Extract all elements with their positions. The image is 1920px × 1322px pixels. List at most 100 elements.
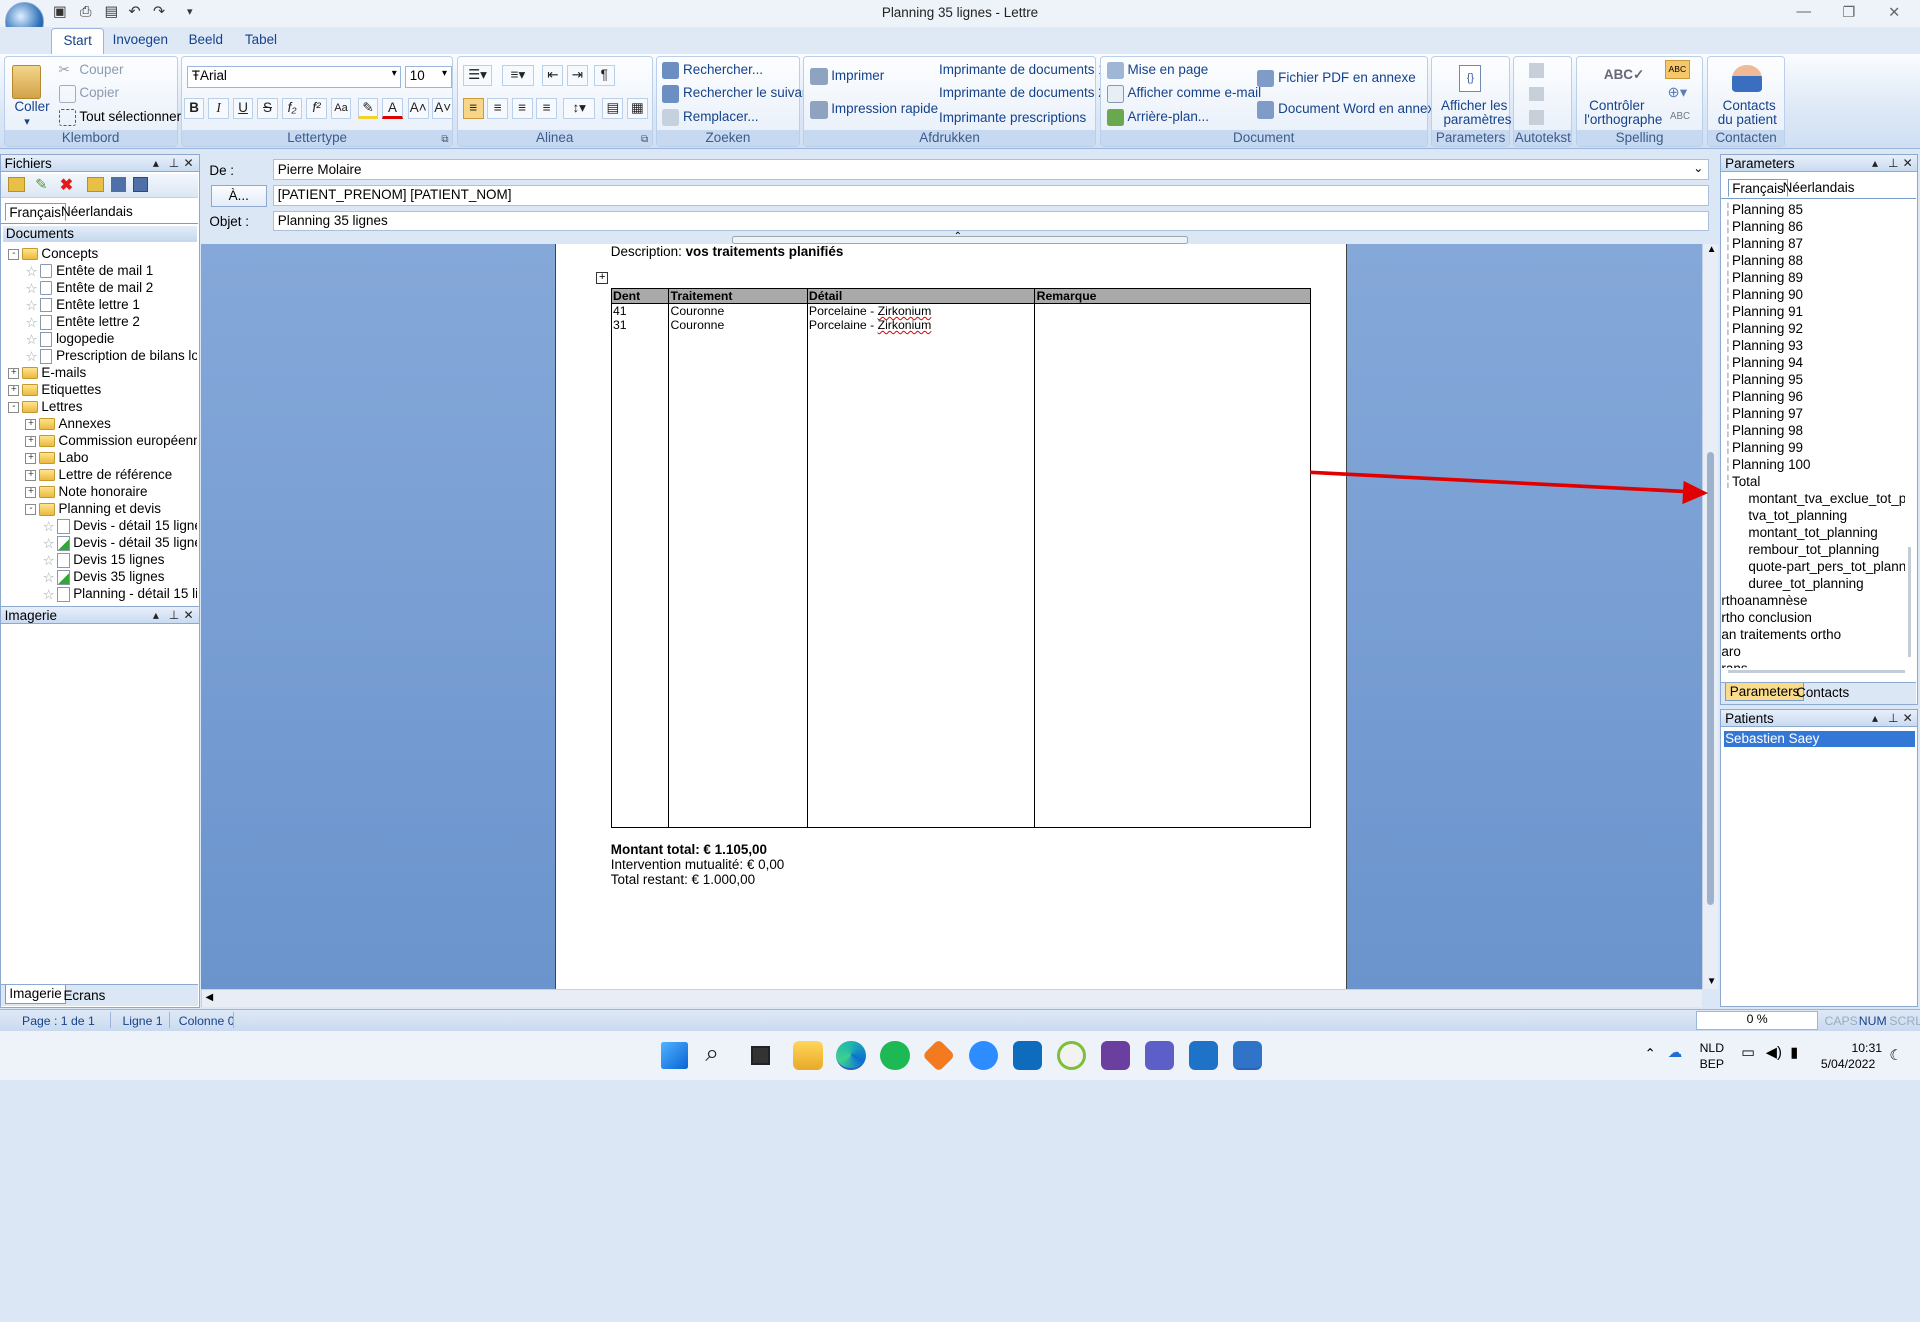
expand-toggle-icon[interactable]: + [25, 486, 37, 498]
param-item[interactable]: ╎Planning 94 [1724, 354, 1803, 371]
tray-date[interactable]: 5/04/2022 [1821, 1057, 1875, 1071]
param-item[interactable]: ╎Planning 100 [1724, 456, 1811, 473]
tree-item[interactable]: - Planning et devis [25, 500, 161, 517]
open-folder-icon[interactable] [86, 177, 104, 192]
printer2-button[interactable]: Imprimante de documents 2 [939, 85, 1106, 100]
grow-font-button[interactable]: A˄ [407, 97, 429, 119]
tab-invoegen[interactable]: Invoegen [113, 32, 168, 47]
star-icon[interactable]: ☆ [43, 552, 58, 569]
zoom-icon[interactable] [968, 1040, 998, 1071]
bullets-button[interactable]: ☰▾ [462, 64, 493, 86]
close-icon[interactable]: ✕ [1903, 155, 1913, 172]
spotify-icon[interactable] [880, 1040, 910, 1071]
param-item[interactable]: ╎Planning 90 [1724, 286, 1803, 303]
shrink-font-button[interactable]: A˅ [432, 97, 454, 119]
tree-item[interactable]: ☆ Entête de mail 2 [25, 279, 153, 296]
search-icon[interactable]: ⌕ [705, 1040, 719, 1068]
file-explorer-icon[interactable] [793, 1040, 823, 1071]
align-right-button[interactable]: ≡ [511, 97, 533, 119]
strikethrough-button[interactable]: S [257, 97, 278, 119]
param-item[interactable]: ╎Planning 96 [1724, 388, 1803, 405]
highlight-button[interactable]: ✎ [357, 97, 379, 119]
justify-button[interactable]: ≡ [536, 97, 558, 119]
scroll-down-icon[interactable]: ▼ [1707, 976, 1717, 987]
param-item[interactable]: ╎Planning 88 [1724, 252, 1803, 269]
tree-item[interactable]: - Concepts [8, 245, 98, 262]
autotext-icon[interactable] [1529, 63, 1544, 79]
save-icon[interactable] [111, 177, 126, 192]
panel-collapse-icon[interactable]: ▴ [153, 155, 159, 172]
spell-options-icon[interactable]: ABC [1665, 59, 1690, 80]
panel-collapse-icon[interactable]: ▴ [1872, 155, 1878, 172]
expand-toggle-icon[interactable]: + [25, 469, 37, 481]
tab-tabel[interactable]: Tabel [245, 32, 277, 47]
font-combo[interactable]: ŦArial ▾ [187, 65, 402, 88]
tree-item[interactable]: + Note honoraire [25, 483, 148, 500]
close-icon[interactable]: ✕ [1903, 710, 1913, 727]
restore-button[interactable]: ❐ [1831, 4, 1868, 24]
autotext-insert-icon[interactable] [1529, 86, 1544, 102]
param-item[interactable]: ╎Planning 89 [1724, 269, 1803, 286]
param-item[interactable]: ╎Planning 85 [1724, 201, 1803, 218]
star-icon[interactable]: ☆ [25, 331, 40, 348]
star-icon[interactable]: ☆ [43, 535, 58, 552]
tree-item[interactable]: ☆ Prescription de bilans logo [25, 347, 196, 364]
tray-display-icon[interactable]: ▭ [1741, 1044, 1755, 1061]
pdf-attach-button[interactable]: Fichier PDF en annexe [1257, 69, 1416, 87]
param-total-child[interactable]: rembour_tot_planning [1748, 541, 1879, 558]
remote-desktop-icon[interactable] [1188, 1040, 1219, 1071]
star-icon[interactable]: ☆ [43, 569, 58, 586]
printer-prescriptions-button[interactable]: Imprimante prescriptions [939, 110, 1086, 125]
star-icon[interactable]: ☆ [25, 263, 40, 280]
tree-item[interactable]: ☆ Devis 35 lignes [43, 568, 165, 585]
tab-start[interactable]: Start [51, 28, 104, 54]
param-item[interactable]: ╎Planning 87 [1724, 235, 1803, 252]
star-icon[interactable]: ☆ [25, 297, 40, 314]
table-cell[interactable]: Porcelaine - Zirkonium Porcelaine - Zirko… [806, 302, 1036, 828]
tree-item[interactable]: + E-mails [8, 364, 86, 381]
tree-item[interactable]: + Annexes [25, 415, 111, 432]
param-item[interactable]: ╎Planning 91 [1724, 303, 1803, 320]
tree-item[interactable]: ☆ logopedie [25, 330, 114, 347]
panel-collapse-icon[interactable]: ▴ [1872, 710, 1878, 727]
tree-item[interactable]: ☆ Entête de mail 1 [25, 262, 153, 279]
edge-browser-icon[interactable] [836, 1040, 866, 1071]
paste-button[interactable]: Coller [14, 99, 49, 114]
paste-dropdown-icon[interactable]: ▾ [24, 115, 30, 128]
param-total-child[interactable]: montant_tot_planning [1748, 524, 1877, 541]
patient-list-item[interactable]: Sebastien Saey [1723, 730, 1915, 747]
panel-collapse-icon[interactable]: ▴ [153, 607, 159, 624]
outlook-icon[interactable] [1012, 1040, 1043, 1071]
copy-button[interactable]: Copier [58, 85, 119, 103]
close-button[interactable]: ✕ [1876, 4, 1913, 24]
expand-toggle-icon[interactable]: + [8, 384, 20, 396]
pin-icon[interactable]: ⊥ [169, 607, 180, 624]
shading-button[interactable]: ▤ [602, 97, 624, 119]
tree-item[interactable]: + Lettre de référence [25, 466, 172, 483]
quick-print-button[interactable]: Impression rapide [810, 101, 938, 119]
new-folder-icon[interactable] [8, 177, 26, 192]
align-center-button[interactable]: ≡ [487, 97, 509, 119]
borders-button[interactable]: ▦ [626, 97, 648, 119]
param-total-child[interactable]: montant_tva_exclue_tot_planning [1748, 490, 1905, 507]
close-icon[interactable]: ✕ [183, 155, 193, 172]
tree-item[interactable]: ☆ Devis - détail 15 lignes [43, 517, 197, 534]
tray-chevron-icon[interactable]: ⌃ [1645, 1046, 1656, 1062]
param-item[interactable]: ╎Planning 98 [1724, 422, 1803, 439]
print-button[interactable]: Imprimer [810, 68, 884, 86]
replace-button[interactable]: Remplacer... [662, 108, 759, 126]
expand-toggle-icon[interactable]: + [8, 367, 20, 379]
expand-toggle-icon[interactable]: + [25, 435, 37, 447]
tree-item[interactable]: + Etiquettes [8, 381, 101, 398]
scroll-thumb[interactable] [1706, 451, 1715, 905]
language-globe-icon[interactable]: ⊕▾ [1668, 84, 1688, 101]
delete-icon[interactable]: ✖ [60, 175, 73, 195]
edit-icon[interactable]: ✎ [35, 176, 47, 193]
param-total-child[interactable]: quote-part_pers_tot_planning [1748, 558, 1905, 575]
star-icon[interactable]: ☆ [25, 314, 40, 331]
tree-item[interactable]: ☆ Entête lettre 2 [25, 313, 139, 330]
superscript-button[interactable]: f² [306, 97, 327, 119]
decrease-indent-button[interactable]: ⇤ [542, 64, 564, 86]
star-icon[interactable]: ☆ [25, 280, 40, 297]
thesaurus-icon[interactable]: ABC [1670, 111, 1690, 122]
